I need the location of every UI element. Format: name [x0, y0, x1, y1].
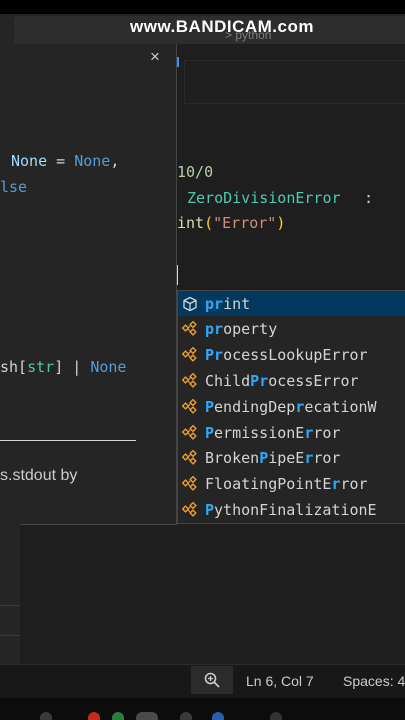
suggestion-label: ProcessLookupError — [205, 346, 368, 365]
cursor-position[interactable]: Ln 6, Col 7 — [246, 673, 314, 689]
suggestion-label: PendingDeprecationW — [205, 397, 377, 416]
suggestion-label: print — [205, 294, 251, 313]
code-line-except-type: ZeroDivisionError — [187, 189, 341, 207]
watermark: www.BANDICAM.com — [130, 17, 314, 36]
suggestion-item[interactable]: PermissionError — [178, 420, 405, 445]
hover-signature-line: None = None, — [11, 152, 120, 170]
zoom-button[interactable] — [191, 666, 233, 694]
suggestion-label: ChildProcessError — [205, 371, 359, 390]
class-icon — [181, 475, 199, 493]
taskbar-app-icon[interactable] — [112, 712, 124, 720]
code-paren-close: ) — [276, 214, 286, 232]
suggestion-list[interactable]: print property ProcessLookupError ChildProc… — [177, 290, 405, 524]
class-icon — [181, 346, 199, 364]
suggestion-item[interactable]: BrokenPipeError — [178, 446, 405, 471]
code-string: "Error" — [213, 214, 277, 232]
suggestion-item[interactable]: PendingDeprecationW — [178, 394, 405, 419]
divider — [0, 635, 20, 636]
hover-param-type: None — [11, 152, 48, 170]
taskbar-app-icon[interactable] — [180, 712, 192, 720]
side-panel-lower — [0, 524, 20, 664]
class-icon — [181, 372, 199, 390]
code-paren-open: ( — [204, 214, 214, 232]
class-icon — [181, 501, 199, 519]
suggestion-label: PythonFinalizationE — [205, 500, 377, 519]
taskbar-app-icon[interactable] — [270, 712, 282, 720]
code-line-print: int("Error") — [177, 214, 285, 232]
text-cursor — [177, 265, 178, 285]
taskbar-app-icon[interactable] — [136, 712, 158, 720]
suggestion-item[interactable]: print — [178, 291, 405, 316]
taskbar-app-icon[interactable] — [212, 712, 224, 720]
code-fn-name: int — [177, 214, 205, 232]
suggestion-item[interactable]: PythonFinalizationE — [178, 497, 405, 522]
class-icon — [181, 449, 199, 467]
class-icon — [181, 424, 199, 442]
class-icon — [181, 320, 199, 338]
top-black-bar — [0, 0, 405, 14]
suggestion-item[interactable]: ChildProcessError — [178, 368, 405, 393]
indentation-setting[interactable]: Spaces: 4 — [343, 673, 405, 689]
hover-doc-text: s.stdout by — [0, 467, 78, 484]
code-line-except-colon: : — [364, 189, 374, 207]
suggestion-label: FloatingPointError — [205, 475, 368, 494]
suggestion-item[interactable]: property — [178, 317, 405, 342]
hover-divider — [0, 440, 136, 441]
hover-doc-panel — [0, 44, 177, 525]
suggestion-label: property — [205, 320, 278, 339]
taskbar-app-icon[interactable] — [88, 712, 100, 720]
close-icon[interactable]: × — [150, 47, 160, 67]
divider — [0, 605, 20, 606]
current-line-highlight — [184, 60, 405, 104]
hover-signature-type: sh[str] | None — [0, 358, 127, 376]
zoom-icon — [204, 672, 220, 688]
hover-keyword: lse — [0, 178, 28, 196]
taskbar — [0, 698, 405, 720]
code-line-division: 10/0 — [177, 163, 214, 181]
taskbar-app-icon[interactable] — [40, 712, 52, 720]
suggestion-item[interactable]: ProcessLookupError — [178, 343, 405, 368]
class-icon — [181, 398, 199, 416]
suggestion-label: BrokenPipeError — [205, 449, 341, 468]
suggestion-label: PermissionError — [205, 423, 341, 442]
suggestion-item[interactable]: FloatingPointError — [178, 472, 405, 497]
cube-icon — [181, 295, 199, 313]
